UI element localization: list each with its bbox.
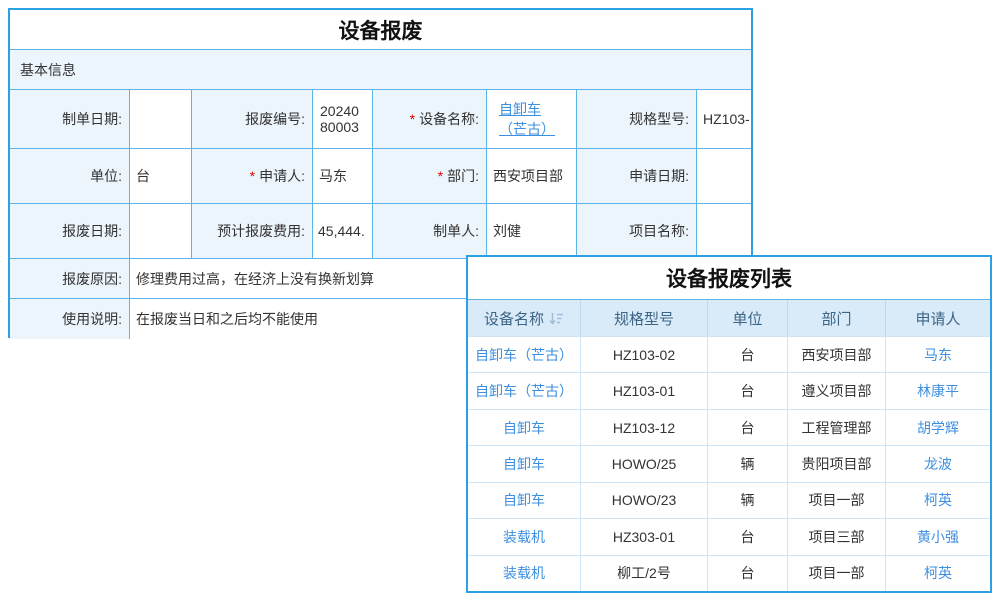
device-name-link[interactable]: 自卸车（芒古） — [499, 99, 564, 139]
device-name-link[interactable]: 自卸车（芒古） — [475, 345, 573, 365]
unit-cell: 辆 — [708, 483, 788, 518]
field-applicant-value: 马东 — [313, 149, 373, 204]
department-cell: 项目一部 — [788, 556, 886, 591]
device-name-cell: 自卸车 — [468, 446, 581, 481]
field-applicant-label: *申请人: — [192, 149, 313, 204]
field-scrap-date-label: 报废日期: — [10, 204, 130, 259]
sort-descending-icon — [549, 312, 564, 325]
applicant-link[interactable]: 柯英 — [924, 563, 952, 583]
field-spec-model-value: HZ103- — [697, 90, 751, 149]
device-name-cell: 自卸车（芒古） — [468, 337, 581, 372]
table-row: 自卸车（芒古） HZ103-02 台 西安项目部 马东 — [468, 336, 990, 372]
table-row: 装载机 柳工/2号 台 项目一部 柯英 — [468, 555, 990, 591]
table-row: 自卸车 HOWO/23 辆 项目一部 柯英 — [468, 482, 990, 518]
applicant-cell: 胡学辉 — [886, 410, 990, 445]
field-department-value: 西安项目部 — [487, 149, 577, 204]
spec-model-cell: 柳工/2号 — [581, 556, 708, 591]
spec-model-cell: HZ103-12 — [581, 410, 708, 445]
scrap-list-panel: 设备报废列表 设备名称 规格型号 单位 部门 申请人 — [466, 255, 992, 593]
field-spec-model-label: 规格型号: — [577, 90, 697, 149]
field-maker-value: 刘健 — [487, 204, 577, 259]
section-basic-info: 基本信息 — [10, 50, 751, 90]
applicant-cell: 柯英 — [886, 483, 990, 518]
field-device-name-value: 自卸车（芒古） — [487, 90, 577, 149]
field-device-name-label: *设备名称: — [373, 90, 487, 149]
required-marker: * — [250, 168, 255, 184]
applicant-cell: 林康平 — [886, 373, 990, 408]
device-name-cell: 自卸车 — [468, 410, 581, 445]
unit-cell: 台 — [708, 556, 788, 591]
applicant-cell: 马东 — [886, 337, 990, 372]
unit-cell: 台 — [708, 519, 788, 554]
field-apply-date-value — [697, 149, 751, 204]
col-header-unit: 单位 — [708, 300, 788, 336]
unit-cell: 辆 — [708, 446, 788, 481]
field-est-cost-label: 预计报废费用: — [192, 204, 313, 259]
device-name-cell: 自卸车 — [468, 483, 581, 518]
applicant-cell: 柯英 — [886, 556, 990, 591]
list-header-row: 设备名称 规格型号 单位 部门 申请人 — [468, 300, 990, 336]
field-scrap-no-value: 2024080003 — [313, 90, 373, 149]
device-name-link[interactable]: 自卸车 — [503, 490, 545, 510]
table-row: 自卸车 HZ103-12 台 工程管理部 胡学辉 — [468, 409, 990, 445]
department-cell: 西安项目部 — [788, 337, 886, 372]
unit-cell: 台 — [708, 373, 788, 408]
form-title: 设备报废 — [10, 10, 751, 50]
department-cell: 项目三部 — [788, 519, 886, 554]
device-name-link[interactable]: 装载机 — [503, 527, 545, 547]
device-name-cell: 自卸车（芒古） — [468, 373, 581, 408]
department-cell: 贵阳项目部 — [788, 446, 886, 481]
field-project-name-value — [697, 204, 751, 259]
spec-model-cell: HOWO/23 — [581, 483, 708, 518]
applicant-link[interactable]: 马东 — [924, 345, 952, 365]
field-apply-date-label: 申请日期: — [577, 149, 697, 204]
required-marker: * — [410, 111, 415, 127]
device-name-cell: 装载机 — [468, 556, 581, 591]
table-row: 自卸车（芒古） HZ103-01 台 遵义项目部 林康平 — [468, 372, 990, 408]
field-unit-label: 单位: — [10, 149, 130, 204]
col-header-device-name[interactable]: 设备名称 — [468, 300, 581, 336]
field-make-date-value — [130, 90, 192, 149]
field-project-name-label: 项目名称: — [577, 204, 697, 259]
department-cell: 遵义项目部 — [788, 373, 886, 408]
form-grid: 制单日期: 报废编号: 2024080003 *设备名称: 自卸车（芒古） 规格… — [10, 90, 751, 259]
table-row: 装载机 HZ303-01 台 项目三部 黄小强 — [468, 518, 990, 554]
field-est-cost-value: 45,444. — [313, 204, 373, 259]
device-name-link[interactable]: 自卸车 — [503, 418, 545, 438]
applicant-cell: 龙波 — [886, 446, 990, 481]
field-scrap-reason-label: 报废原因: — [10, 259, 130, 299]
field-scrap-no-label: 报废编号: — [192, 90, 313, 149]
applicant-cell: 黄小强 — [886, 519, 990, 554]
list-title: 设备报废列表 — [468, 257, 990, 300]
required-marker: * — [438, 168, 443, 184]
field-scrap-date-value — [130, 204, 192, 259]
spec-model-cell: HZ103-01 — [581, 373, 708, 408]
col-header-department: 部门 — [788, 300, 886, 336]
unit-cell: 台 — [708, 337, 788, 372]
applicant-link[interactable]: 柯英 — [924, 490, 952, 510]
table-row: 自卸车 HOWO/25 辆 贵阳项目部 龙波 — [468, 445, 990, 481]
device-name-link[interactable]: 自卸车（芒古） — [475, 381, 573, 401]
col-header-spec-model: 规格型号 — [581, 300, 708, 336]
spec-model-cell: HZ103-02 — [581, 337, 708, 372]
device-name-cell: 装载机 — [468, 519, 581, 554]
spec-model-cell: HZ303-01 — [581, 519, 708, 554]
applicant-link[interactable]: 胡学辉 — [917, 418, 959, 438]
col-header-applicant: 申请人 — [886, 300, 990, 336]
list-body: 自卸车（芒古） HZ103-02 台 西安项目部 马东 自卸车（芒古） HZ10… — [468, 336, 990, 591]
applicant-link[interactable]: 龙波 — [924, 454, 952, 474]
department-cell: 工程管理部 — [788, 410, 886, 445]
device-name-link[interactable]: 装载机 — [503, 563, 545, 583]
field-make-date-label: 制单日期: — [10, 90, 130, 149]
unit-cell: 台 — [708, 410, 788, 445]
applicant-link[interactable]: 黄小强 — [917, 527, 959, 547]
field-maker-label: 制单人: — [373, 204, 487, 259]
field-department-label: *部门: — [373, 149, 487, 204]
spec-model-cell: HOWO/25 — [581, 446, 708, 481]
field-unit-value: 台 — [130, 149, 192, 204]
applicant-link[interactable]: 林康平 — [917, 381, 959, 401]
department-cell: 项目一部 — [788, 483, 886, 518]
device-name-link[interactable]: 自卸车 — [503, 454, 545, 474]
field-usage-note-label: 使用说明: — [10, 299, 130, 339]
